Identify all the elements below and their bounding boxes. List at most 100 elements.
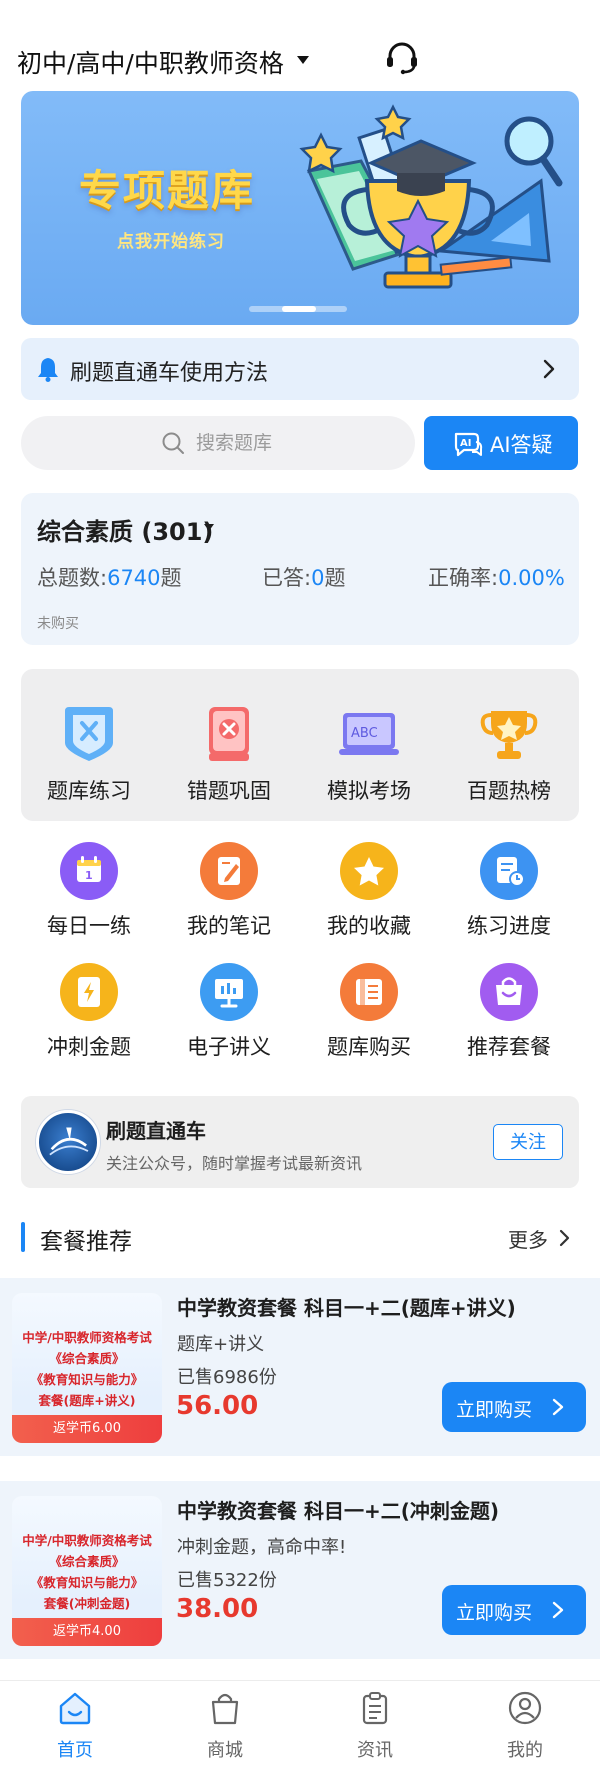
package-sold-count: 已售5322份: [177, 1570, 277, 1591]
tool-my-favorites[interactable]: 我的收藏: [299, 842, 439, 952]
feature-top-questions[interactable]: 百题热榜: [439, 675, 579, 815]
banner-subtitle: 点我开始练习: [117, 232, 225, 252]
search-input[interactable]: [196, 428, 386, 458]
cover-text: 《综合素质》: [49, 1351, 125, 1366]
cover-text: 套餐(题库+讲义): [38, 1393, 136, 1408]
feature-label: 模拟考场: [327, 779, 411, 803]
tool-my-notes[interactable]: 我的笔记: [159, 842, 299, 952]
buy-now-button[interactable]: 立即购买: [442, 1585, 586, 1635]
more-link[interactable]: 更多: [508, 1224, 548, 1253]
stat-unit: 题: [160, 566, 182, 590]
package-price: 38.00: [176, 1594, 259, 1624]
ai-answer-label[interactable]: AI答疑: [490, 429, 553, 459]
nav-news[interactable]: 资讯: [300, 1690, 450, 1770]
cover-text: 中学/中职教师资格考试: [22, 1330, 152, 1345]
package-description: 题库+讲义: [177, 1334, 265, 1355]
buy-now-button[interactable]: 立即购买: [442, 1382, 586, 1432]
tool-label: 我的笔记: [187, 914, 271, 938]
notes-icon: [218, 857, 240, 885]
follow-button[interactable]: 关注: [493, 1124, 563, 1160]
package-card[interactable]: 中学/中职教师资格考试 《综合素质》 《教育知识与能力》 套餐(题库+讲义) 返…: [0, 1278, 600, 1456]
svg-text:AI: AI: [460, 438, 471, 449]
section-accent-bar: [21, 1222, 25, 1252]
chevron-right-icon[interactable]: [539, 357, 559, 381]
notice-text[interactable]: 刷题直通车使用方法: [70, 355, 268, 387]
tool-daily-practice[interactable]: 1 每日一练: [19, 842, 159, 952]
caret-down-icon[interactable]: [297, 56, 309, 64]
tool-label: 电子讲义: [187, 1035, 271, 1059]
nav-label: 首页: [57, 1740, 93, 1761]
tool-label: 每日一练: [47, 914, 131, 938]
feature-label: 题库练习: [47, 779, 131, 803]
tool-e-lecture[interactable]: 电子讲义: [159, 963, 299, 1073]
accuracy-stat: 正确率:0.00%: [428, 562, 565, 592]
mock-exam-icon: ABC: [339, 713, 399, 755]
shop-bag-icon: [211, 1693, 239, 1725]
cover-text: 《教育知识与能力》: [30, 1372, 144, 1387]
cover-text: 套餐(冲刺金题): [43, 1596, 131, 1611]
news-icon: [362, 1692, 388, 1725]
stat-label: 已答:: [262, 566, 312, 590]
total-questions-stat: 总题数:6740题: [37, 562, 182, 592]
nav-shop[interactable]: 商城: [150, 1690, 300, 1770]
subject-selector[interactable]: 综合素质 (301): [37, 512, 213, 547]
exam-category-selector[interactable]: 初中/高中/中职教师资格: [17, 44, 284, 80]
purchase-status: 未购买: [37, 616, 79, 632]
chevron-right-icon: [552, 1601, 564, 1619]
package-price: 56.00: [176, 1391, 259, 1421]
question-bank-icon: [65, 707, 113, 761]
feature-question-bank[interactable]: 题库练习: [19, 675, 159, 815]
follow-description: 关注公众号，随时掌握考试最新资讯: [106, 1154, 363, 1173]
feature-wrong-questions[interactable]: 错题巩固: [159, 675, 299, 815]
tool-bank-purchase[interactable]: 题库购买: [299, 963, 439, 1073]
progress-icon: [497, 857, 525, 887]
tool-recommended-packages[interactable]: 推荐套餐: [439, 963, 579, 1073]
feature-label: 错题巩固: [187, 779, 271, 803]
nav-home[interactable]: 首页: [0, 1690, 150, 1770]
package-cover: 中学/中职教师资格考试 《综合素质》 《教育知识与能力》 套餐(冲刺金题) 返学…: [12, 1496, 162, 1646]
feature-mock-exam[interactable]: ABC 模拟考场: [299, 675, 439, 815]
chevron-right-icon[interactable]: [558, 1228, 572, 1248]
trophy-icon: [480, 711, 538, 759]
answered-stat: 已答:0题: [262, 562, 345, 592]
nav-label: 商城: [207, 1740, 243, 1761]
tool-label: 题库购买: [327, 1035, 411, 1059]
trophy-illustration: [299, 104, 563, 289]
tool-label: 冲刺金题: [47, 1035, 131, 1059]
package-title[interactable]: 中学教资套餐 科目一+二(冲刺金题): [177, 1495, 499, 1524]
buy-now-label: 立即购买: [456, 1602, 533, 1624]
package-title[interactable]: 中学教资套餐 科目一+二(题库+讲义): [177, 1292, 516, 1321]
search-icon: [162, 432, 184, 454]
purchase-icon: [356, 979, 382, 1005]
nav-profile[interactable]: 我的: [450, 1690, 600, 1770]
chevron-right-icon: [552, 1398, 564, 1416]
promo-banner[interactable]: 专项题库 点我开始练习: [21, 91, 579, 325]
package-sold-count: 已售6986份: [177, 1367, 277, 1388]
caret-down-icon[interactable]: [204, 524, 214, 531]
cover-text: 中学/中职教师资格考试: [22, 1533, 152, 1548]
nav-label: 我的: [507, 1740, 543, 1761]
tool-practice-progress[interactable]: 练习进度: [439, 842, 579, 952]
profile-icon: [508, 1691, 542, 1725]
bell-icon: [38, 358, 58, 382]
feature-label: 百题热榜: [467, 779, 551, 803]
svg-text:ABC: ABC: [351, 726, 378, 741]
tool-label: 推荐套餐: [467, 1035, 551, 1059]
star-icon: [354, 857, 384, 886]
stat-value: 0.00%: [498, 566, 565, 590]
customer-service-icon[interactable]: [384, 40, 420, 76]
package-description: 冲刺金题，高命中率!: [177, 1537, 347, 1558]
stat-value: 6740: [107, 566, 161, 590]
stat-label: 正确率:: [428, 566, 499, 590]
nav-label: 资讯: [357, 1740, 393, 1761]
cover-cashback: 返学币4.00: [12, 1618, 162, 1646]
package-card[interactable]: 中学/中职教师资格考试 《综合素质》 《教育知识与能力》 套餐(冲刺金题) 返学…: [0, 1481, 600, 1659]
cover-cashback: 返学币6.00: [12, 1415, 162, 1443]
follow-title: 刷题直通车: [106, 1119, 206, 1143]
stat-label: 总题数:: [37, 566, 108, 590]
ai-chat-icon[interactable]: AI: [452, 428, 484, 460]
cover-text: 《综合素质》: [49, 1554, 125, 1569]
carousel-indicator-active: [282, 306, 316, 312]
tool-sprint-questions[interactable]: 冲刺金题: [19, 963, 159, 1073]
cover-text: 《教育知识与能力》: [30, 1575, 144, 1590]
